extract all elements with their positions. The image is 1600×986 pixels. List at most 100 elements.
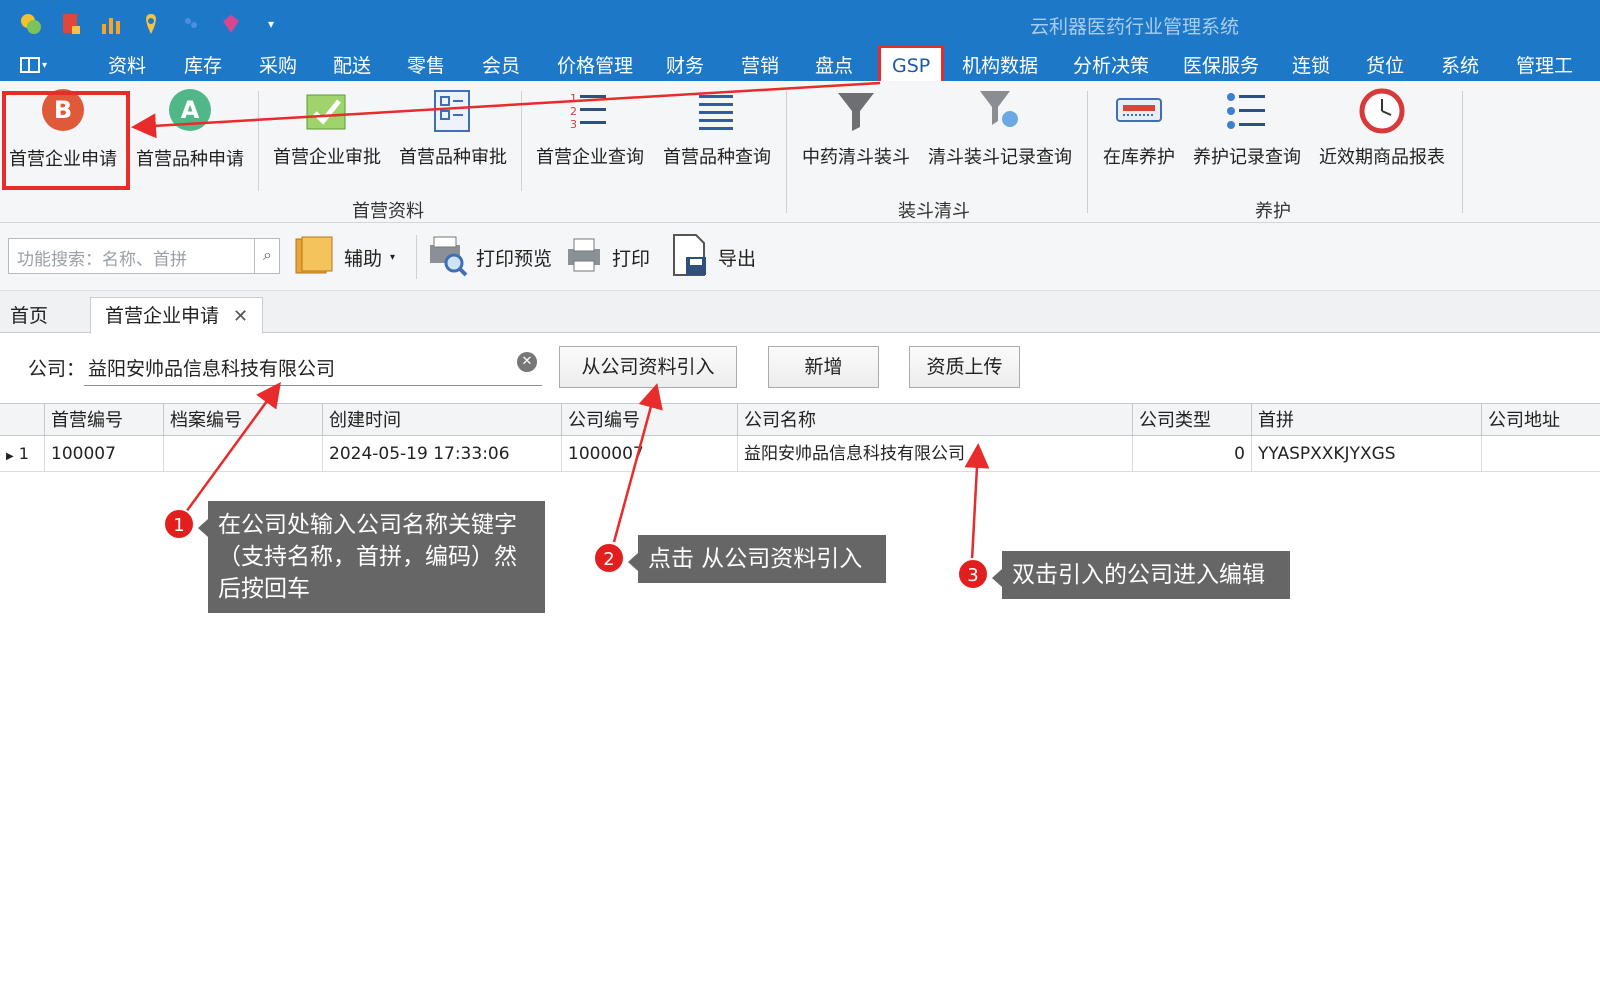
chevron-down-icon: ▾ [42,59,48,71]
menu-item-marketing[interactable]: 营销 [741,52,779,80]
document-icon[interactable] [54,8,88,40]
ribbon: B 首营企业申请 A 首营品种申请 首营企业审批 首营品种审批 123 首营企业… [0,81,1600,223]
menu-item-purchase[interactable]: 采购 [259,52,297,80]
menu-item-management[interactable]: 管理工 [1516,52,1573,80]
table-cell[interactable]: 1000007 [561,436,737,472]
table-cell[interactable]: YYASPXXKJYXGS [1251,436,1481,472]
button-label: 首营品种查询 [663,147,771,168]
diamond-icon[interactable] [214,8,248,40]
book-icon [20,57,40,73]
column-header[interactable]: 首营编号 [44,404,163,437]
first-variety-apply-button[interactable]: A 首营品种申请 [133,87,247,173]
menu-item-inventory[interactable]: 库存 [184,52,222,80]
table-cell[interactable]: 益阳安帅品信息科技有限公司 [737,436,1132,472]
customize-dropdown-icon[interactable]: ▾ [254,8,288,40]
menu-item-data[interactable]: 资料 [108,52,146,80]
function-search-input[interactable]: 功能搜索：名称、首拼 [8,238,280,274]
printer-icon [564,235,604,280]
menu-item-price[interactable]: 价格管理 [557,52,633,80]
title-bar: ▾ 云利器医药行业管理系统 ▾ 资料 库存 采购 配送 零售 会员 价格管理 财… [0,0,1600,84]
bar-chart-icon[interactable] [94,8,128,40]
add-button[interactable]: 新增 [768,346,879,388]
grid-header: 首营编号 档案编号 创建时间 公司编号 公司名称 公司类型 首拼 公司地址 [0,403,1600,437]
menu-item-stocktake[interactable]: 盘点 [815,52,853,80]
first-variety-approve-button[interactable]: 首营品种审批 [396,87,510,173]
menu-item-chain[interactable]: 连锁 [1292,52,1330,80]
group-label-first-data: 首营资料 [352,201,424,222]
divider [416,235,417,279]
print-preview-icon [424,233,468,282]
menu-item-finance[interactable]: 财务 [666,52,704,80]
quick-access-toolbar: ▾ [14,8,288,40]
save-file-icon [670,233,710,282]
assist-button[interactable]: 辅助 ▾ [292,231,395,283]
company-input[interactable]: 益阳安帅品信息科技有限公司 [84,346,542,386]
button-label: 近效期商品报表 [1319,147,1445,168]
highlight-box [2,91,130,190]
menu-item-insurance[interactable]: 医保服务 [1183,52,1259,80]
column-header[interactable]: 公司地址 [1481,404,1600,437]
maintenance-record-query-button[interactable]: 养护记录查询 [1190,87,1304,173]
coins-icon[interactable] [14,8,48,40]
column-header[interactable]: 公司类型 [1132,404,1251,437]
button-label: 清斗装斗记录查询 [928,147,1072,168]
menu-item-gsp[interactable]: GSP [877,45,945,84]
assist-label: 辅助 [344,247,383,270]
view-menu-button[interactable]: ▾ [20,54,60,76]
print-button[interactable]: 打印 [564,231,650,283]
menu-item-retail[interactable]: 零售 [407,52,445,80]
near-expiry-report-button[interactable]: 近效期商品报表 [1316,87,1448,173]
step-2-badge: 2 [593,542,625,574]
print-preview-button[interactable]: 打印预览 [424,231,552,283]
export-button[interactable]: 导出 [670,231,756,283]
menu-item-delivery[interactable]: 配送 [333,52,371,80]
table-cell[interactable]: 2024-05-19 17:33:06 [322,436,561,472]
export-label: 导出 [718,247,757,270]
clear-icon[interactable]: ✕ [517,352,537,372]
location-pin-icon[interactable] [134,8,168,40]
table-cell[interactable] [163,436,322,472]
menu-item-member[interactable]: 会员 [482,52,520,80]
svg-text:2: 2 [570,105,577,118]
menu-item-location[interactable]: 货位 [1366,52,1404,80]
search-icon[interactable]: ⌕ [254,238,280,274]
step-1-badge: 1 [163,508,195,540]
column-header[interactable]: 创建时间 [322,404,561,437]
in-stock-maintenance-button[interactable]: 在库养护 [1098,87,1180,173]
close-icon[interactable]: ✕ [233,306,248,327]
checklist-icon [429,87,477,135]
button-label: 首营品种申请 [136,149,244,170]
funnel-icon [832,87,880,135]
table-row[interactable]: ▶ 1 100007 2024-05-19 17:33:06 1000007 益… [0,436,1600,472]
table-cell[interactable]: 100007 [44,436,163,472]
clear-fill-record-query-button[interactable]: 清斗装斗记录查询 [926,87,1074,173]
menu-item-org-data[interactable]: 机构数据 [962,52,1038,80]
books-icon [292,233,336,282]
column-header[interactable]: 公司编号 [561,404,737,437]
step-3-badge: 3 [957,558,989,590]
first-enterprise-query-button[interactable]: 123 首营企业查询 [533,87,647,173]
table-cell[interactable]: 0 [1132,436,1251,472]
thermometer-gauge-icon [1115,87,1163,135]
first-variety-query-button[interactable]: 首营品种查询 [660,87,774,173]
table-cell[interactable] [1481,436,1600,472]
column-header[interactable]: 档案编号 [163,404,322,437]
print-preview-label: 打印预览 [476,247,553,270]
users-icon[interactable] [174,8,208,40]
menu-item-analysis[interactable]: 分析决策 [1073,52,1149,80]
import-from-company-button[interactable]: 从公司资料引入 [559,346,737,388]
menu-item-system[interactable]: 系统 [1441,52,1479,80]
divider [1462,91,1463,213]
tab-first-enterprise-apply[interactable]: 首营企业申请 ✕ [90,297,264,334]
column-header[interactable]: 公司名称 [737,404,1132,437]
app-title: 云利器医药行业管理系统 [1030,16,1240,38]
numbered-list-icon: 123 [566,87,614,135]
column-header[interactable]: 首拼 [1251,404,1481,437]
bullet-list-icon [1223,87,1271,135]
herb-clear-fill-button[interactable]: 中药清斗装斗 [799,87,913,173]
chevron-down-icon: ▾ [390,251,396,263]
first-enterprise-approve-button[interactable]: 首营企业审批 [270,87,384,173]
qualification-upload-button[interactable]: 资质上传 [909,346,1020,388]
row-indicator: ▶ 1 [0,436,44,472]
tab-home[interactable]: 首页 [10,299,48,333]
